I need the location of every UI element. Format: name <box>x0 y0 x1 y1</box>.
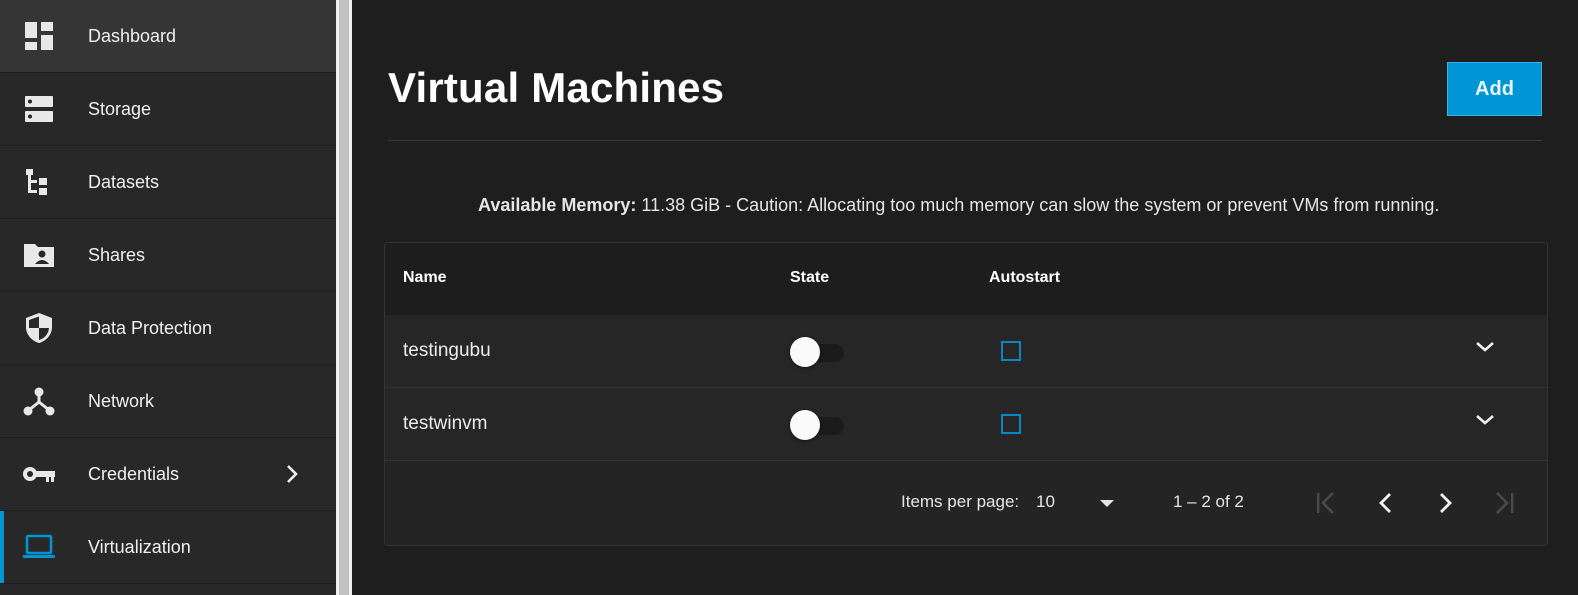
sidebar-item-label: Data Protection <box>88 317 213 338</box>
sidebar-item-data-protection[interactable]: Data Protection <box>0 292 336 365</box>
page-title: Virtual Machines <box>388 64 725 111</box>
shares-icon <box>22 238 56 272</box>
first-page-icon[interactable] <box>1313 490 1339 516</box>
vm-name: testingubu <box>403 340 491 361</box>
next-page-icon[interactable] <box>1432 490 1458 516</box>
dashboard-icon <box>22 19 56 53</box>
sidebar-item-dashboard[interactable]: Dashboard <box>0 0 336 73</box>
sidebar-item-label: Credentials <box>88 463 180 484</box>
previous-page-icon[interactable] <box>1373 490 1399 516</box>
table-row[interactable]: testingubu <box>385 315 1547 388</box>
chevron-down-icon[interactable] <box>1473 335 1497 359</box>
divider <box>388 140 1542 141</box>
laptop-icon <box>22 530 56 564</box>
sidebar-item-credentials[interactable]: Credentials <box>0 438 336 511</box>
main-content: Virtual Machines Add Available Memory: 1… <box>352 0 1578 595</box>
vm-table: Name State Autostart testingubu testwinv… <box>384 242 1548 546</box>
available-memory-notice: Available Memory: 11.38 GiB - Caution: A… <box>478 195 1439 216</box>
scrollbar-thumb[interactable] <box>339 0 349 595</box>
sidebar-item-datasets[interactable]: Datasets <box>0 146 336 219</box>
autostart-checkbox[interactable] <box>1001 341 1021 361</box>
key-icon <box>22 457 56 491</box>
column-header-name[interactable]: Name <box>403 269 447 287</box>
storage-icon <box>22 92 56 126</box>
memory-text: 11.38 GiB - Caution: Allocating too much… <box>641 195 1440 215</box>
dropdown-arrow-icon[interactable] <box>1094 490 1120 516</box>
sidebar-item-network[interactable]: Network <box>0 365 336 438</box>
state-toggle[interactable] <box>790 410 844 440</box>
sidebar: Dashboard Storage Datasets Shares Data P… <box>0 0 336 595</box>
sidebar-item-label: Virtualization <box>88 536 191 557</box>
last-page-icon[interactable] <box>1491 490 1517 516</box>
sidebar-item-label: Datasets <box>88 171 160 192</box>
memory-label: Available Memory: <box>478 195 637 215</box>
column-header-autostart[interactable]: Autostart <box>989 269 1060 287</box>
table-row[interactable]: testwinvm <box>385 388 1547 461</box>
sidebar-scrollbar[interactable] <box>336 0 352 595</box>
chevron-down-icon[interactable] <box>1473 408 1497 432</box>
shield-icon <box>22 311 56 345</box>
sidebar-item-label: Dashboard <box>88 25 177 46</box>
table-header: Name State Autostart <box>385 243 1547 316</box>
vm-name: testwinvm <box>403 413 488 434</box>
page-range: 1 – 2 of 2 <box>1173 492 1244 511</box>
items-per-page-label: Items per page: <box>901 492 1020 511</box>
datasets-icon <box>22 165 56 199</box>
chevron-right-icon <box>282 464 302 484</box>
network-icon <box>22 384 56 418</box>
sidebar-item-virtualization[interactable]: Virtualization <box>0 511 336 584</box>
state-toggle[interactable] <box>790 337 844 367</box>
add-button[interactable]: Add <box>1447 62 1542 116</box>
column-header-state[interactable]: State <box>790 269 829 287</box>
sidebar-item-label: Network <box>88 390 155 411</box>
sidebar-item-label: Storage <box>88 98 152 119</box>
autostart-checkbox[interactable] <box>1001 414 1021 434</box>
sidebar-item-label: Shares <box>88 244 146 265</box>
paginator: Items per page: 10 1 – 2 of 2 <box>385 460 1547 544</box>
sidebar-item-storage[interactable]: Storage <box>0 73 336 146</box>
sidebar-item-shares[interactable]: Shares <box>0 219 336 292</box>
items-per-page-select[interactable]: 10 <box>1036 492 1055 512</box>
